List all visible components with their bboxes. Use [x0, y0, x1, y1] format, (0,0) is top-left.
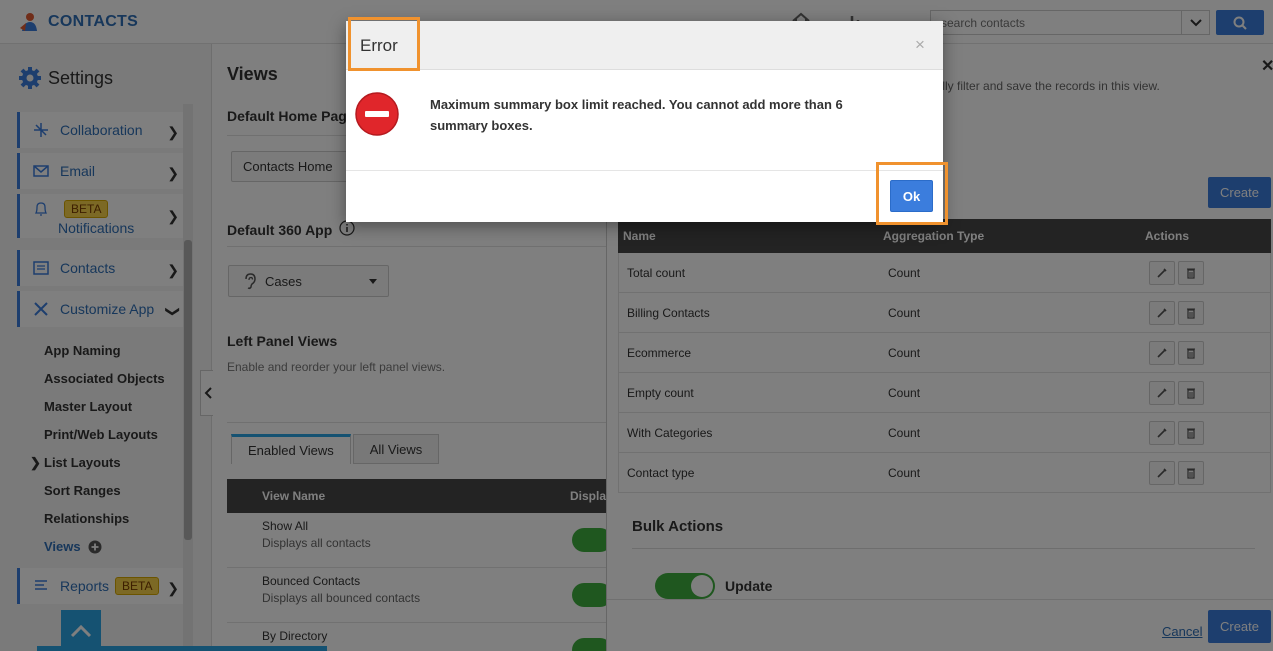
error-stop-icon	[355, 92, 399, 136]
dialog-footer-divider	[346, 170, 943, 171]
close-icon[interactable]: ×	[915, 35, 925, 55]
title-highlight-box	[348, 17, 420, 71]
error-dialog: Error × Maximum summary box limit reache…	[346, 17, 948, 225]
ok-button[interactable]: Ok	[890, 180, 933, 212]
dialog-message: Maximum summary box limit reached. You c…	[430, 97, 843, 133]
dialog-header: Error ×	[346, 21, 943, 70]
app-root: CONTACTS Settings	[0, 0, 1273, 651]
